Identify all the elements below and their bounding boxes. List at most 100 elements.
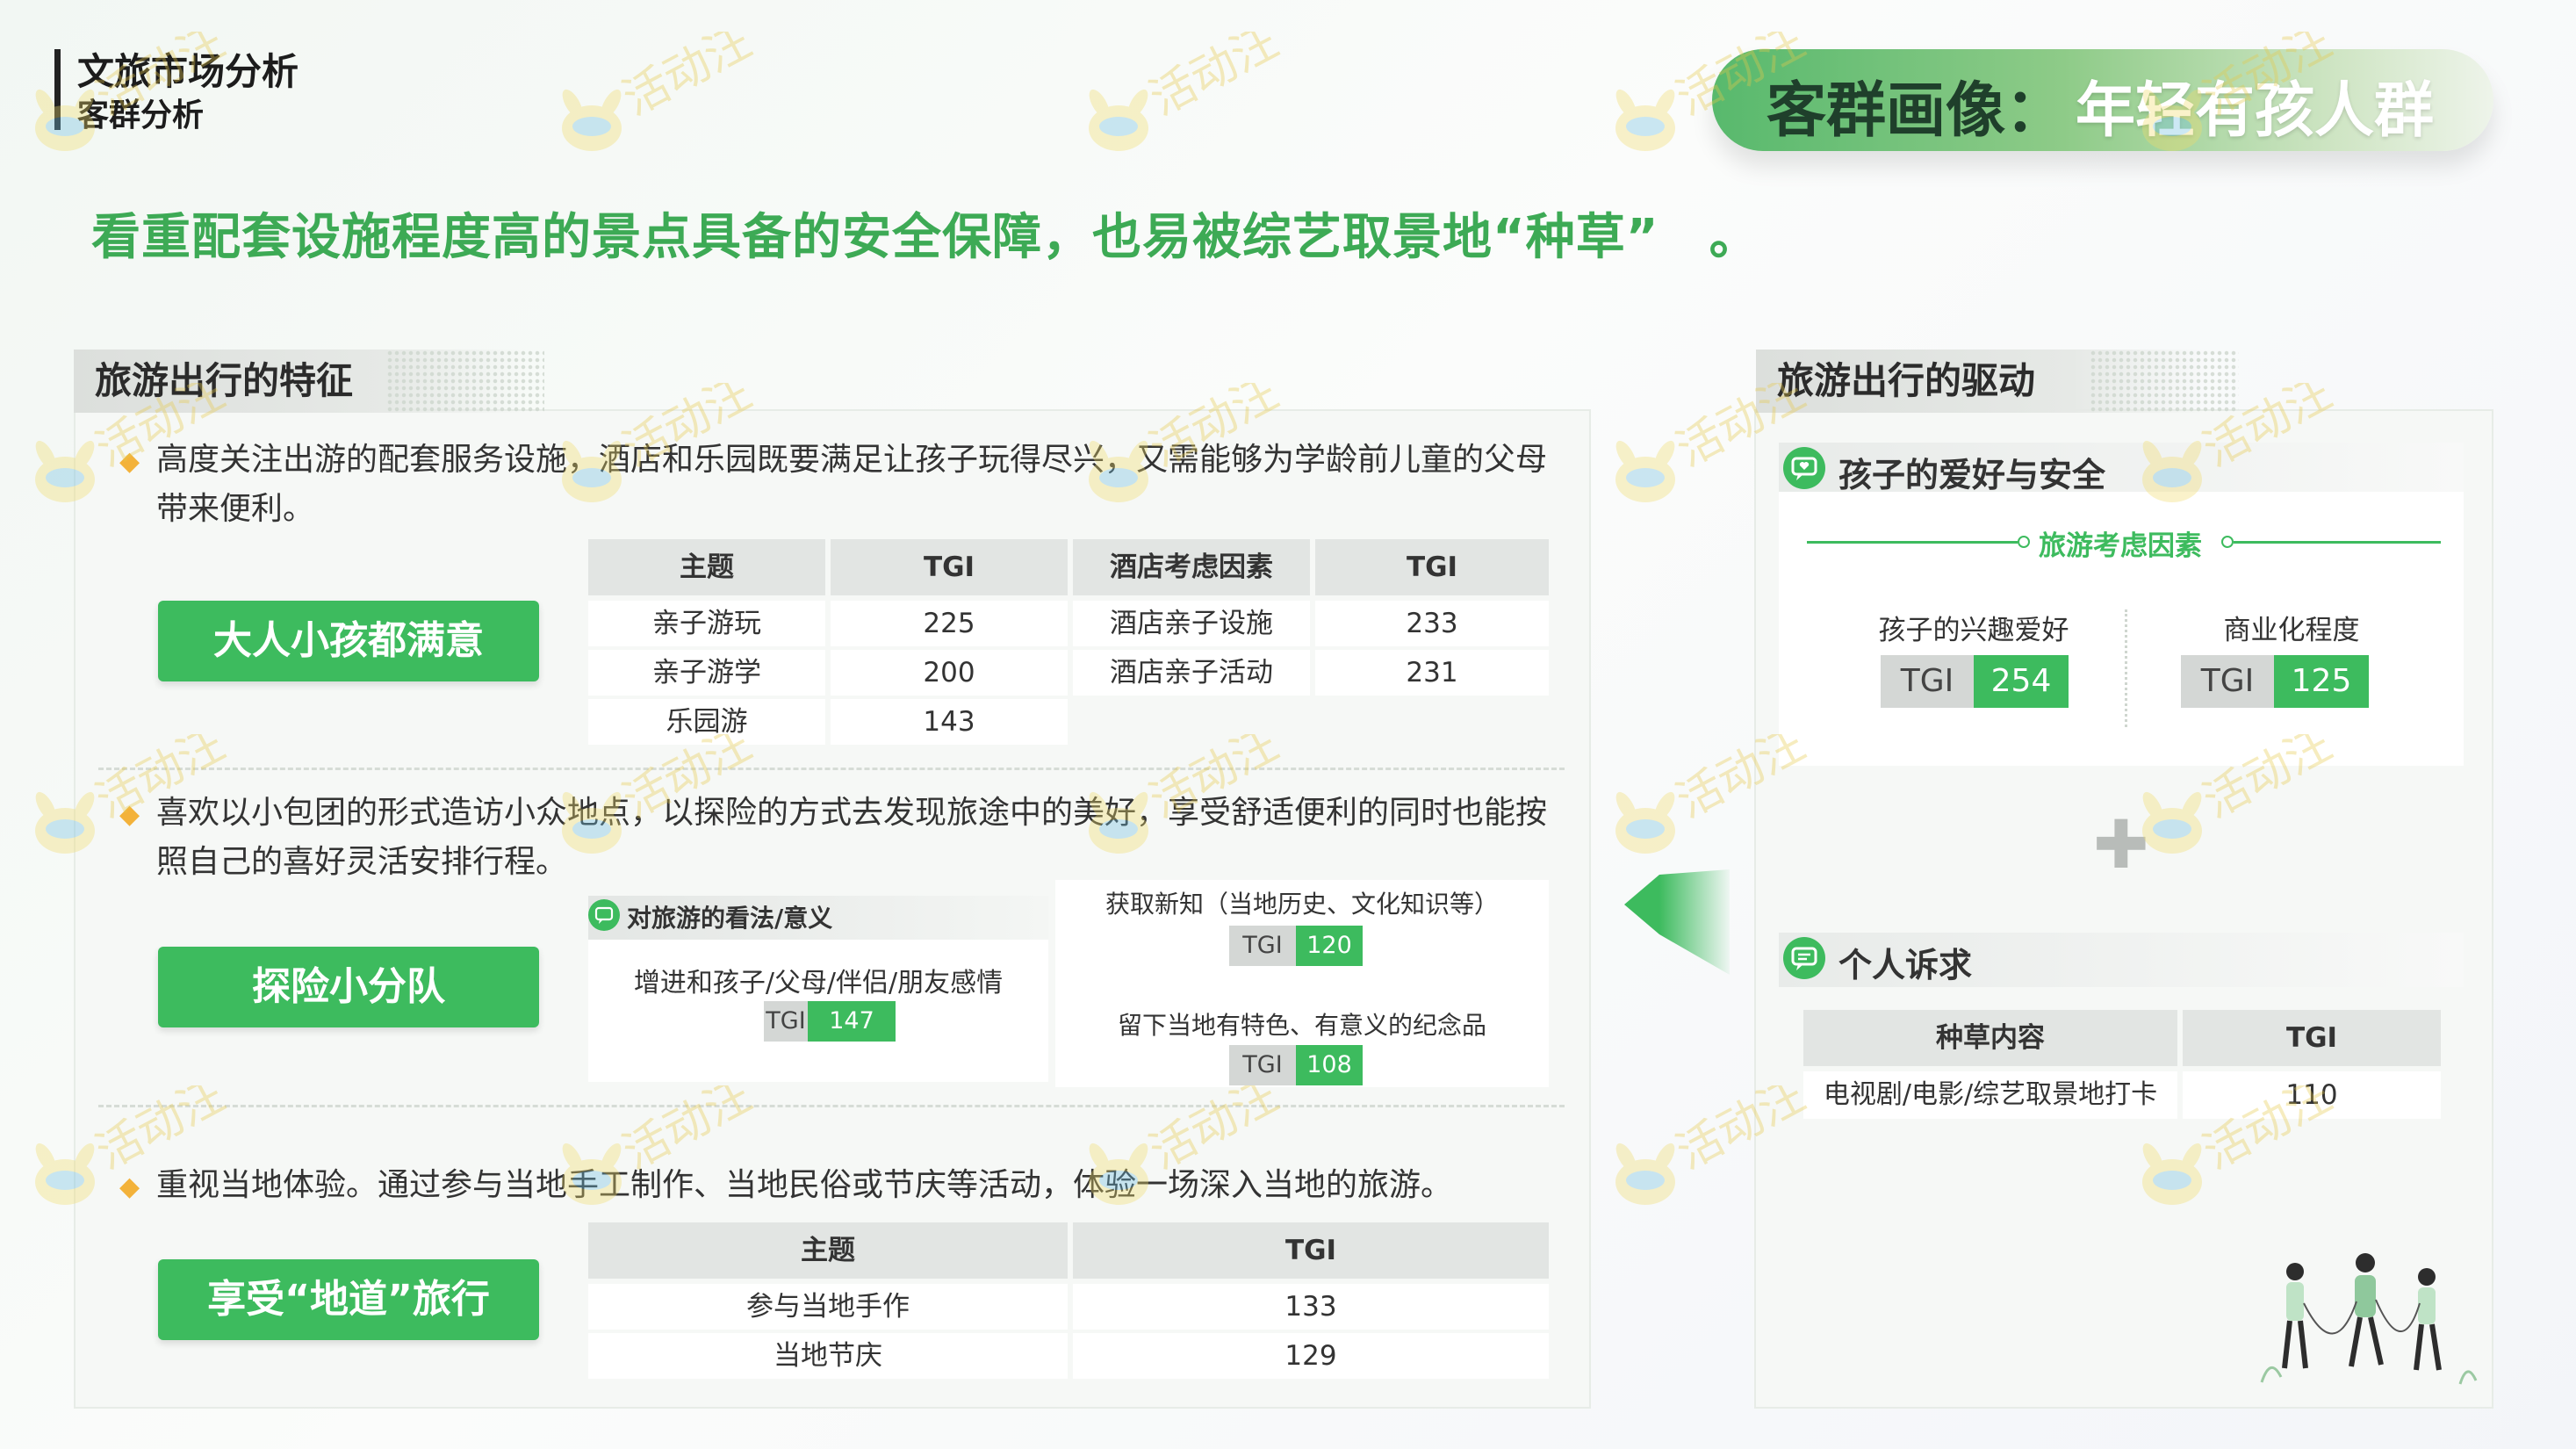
watermark-logo: 活动汪: [21, 717, 234, 869]
personal-needs-title: 个人诉求: [1838, 946, 1973, 984]
tgi-label: TGI: [1229, 926, 1296, 966]
table2-header-hotel: 酒店考虑因素: [1073, 539, 1310, 595]
section1-text: 高度关注出游的配套服务设施，酒店和乐园既要满足让孩子玩得尽兴，又需能够为学龄前儿…: [156, 442, 1548, 527]
watermark-logo: 活动汪: [2128, 366, 2341, 518]
meaning-item-label: 留下当地有特色、有意义的纪念品: [1117, 1011, 1486, 1040]
svg-text:活动汪: 活动汪: [615, 1085, 759, 1179]
watermark-logo: 活动汪: [2128, 15, 2341, 167]
watermark-logo: 活动汪: [1601, 1069, 1814, 1221]
watermark-logo: 活动汪: [548, 366, 760, 518]
chat-bubble-icon: [1782, 936, 1826, 984]
tgi-label: TGI: [764, 1001, 808, 1042]
tab-dot-pattern: [386, 350, 544, 413]
table3-header-tgi: TGI: [1073, 1222, 1549, 1279]
meaning-item-label: 获取新知（当地历史、文化知识等）: [1105, 890, 1499, 919]
svg-text:活动汪: 活动汪: [615, 383, 759, 477]
section-divider: [98, 1105, 1565, 1107]
svg-text:活动汪: 活动汪: [88, 1085, 232, 1179]
svg-text:活动汪: 活动汪: [1668, 32, 1812, 126]
watermark-logo: 活动汪: [1075, 1069, 1287, 1221]
table2-header-tgi: TGI: [1315, 539, 1549, 595]
tgi-value: 147: [808, 1001, 896, 1042]
headline: 看重配套设施程度高的景点具备的安全保障，也易被综艺取景地“种草” 。: [91, 209, 1759, 266]
divider-line: [2234, 541, 2441, 544]
watermark-logo: 活动汪: [21, 366, 234, 518]
family-illustration-icon: [2253, 1251, 2481, 1395]
table-cell: 电视剧/电影/综艺取景地打卡: [1803, 1071, 2177, 1119]
table-cell: 亲子游学: [588, 650, 825, 696]
svg-text:活动汪: 活动汪: [615, 734, 759, 828]
travel-meaning-title: 对旅游的看法/意义: [627, 904, 833, 933]
section2-text: 喜欢以小包团的形式造访小众地点，以探险的方式去发现旅途中的美好，享受舒适便利的同…: [156, 795, 1548, 880]
svg-text:活动汪: 活动汪: [88, 32, 232, 126]
section3-tag-button: 享受“地道”旅行: [158, 1259, 539, 1340]
watermark-logo: 活动汪: [2128, 1069, 2341, 1221]
table-cell: 当地节庆: [588, 1333, 1068, 1379]
divider-dot: [2018, 536, 2030, 548]
table-cell: 133: [1073, 1284, 1549, 1330]
table-cell: 200: [831, 650, 1068, 696]
vertical-divider: [2125, 609, 2127, 727]
tgi-value: 120: [1296, 926, 1363, 966]
watermark-logo: 活动汪: [1075, 717, 1287, 869]
svg-text:活动汪: 活动汪: [1141, 734, 1285, 828]
watermark-logo: 活动汪: [548, 15, 760, 167]
svg-text:活动汪: 活动汪: [1668, 383, 1812, 477]
svg-text:活动汪: 活动汪: [2195, 383, 2339, 477]
svg-text:活动汪: 活动汪: [1668, 1085, 1812, 1179]
table1-header-theme: 主题: [588, 539, 825, 595]
watermark-logo: 活动汪: [1601, 717, 1814, 869]
table3-header-theme: 主题: [588, 1222, 1068, 1279]
divider-line: [1807, 541, 2018, 544]
svg-text:活动汪: 活动汪: [1668, 734, 1812, 828]
section-divider: [98, 768, 1565, 770]
section3-text: 重视当地体验。通过参与当地手工制作、当地民俗或节庆等活动，体验一场深入当地的旅游…: [156, 1167, 1453, 1203]
svg-text:活动汪: 活动汪: [615, 32, 759, 126]
child-safety-title: 孩子的爱好与安全: [1838, 456, 2106, 494]
table-cell: 231: [1315, 650, 1549, 696]
tgi-label: TGI: [1229, 1045, 1296, 1085]
table-cell: 143: [831, 699, 1068, 745]
watermark-logo: 活动汪: [1601, 366, 1814, 518]
tgi-value: 125: [2274, 655, 2369, 708]
section2-tag-button: 探险小分队: [158, 947, 539, 1027]
tgi-value: 108: [1296, 1045, 1363, 1085]
watermark-logo: 活动汪: [548, 1069, 760, 1221]
table-cell: 酒店亲子设施: [1073, 601, 1310, 646]
table-cell: 233: [1315, 601, 1549, 646]
meaning-item-label: 增进和孩子/父母/伴侣/朋友感情: [633, 968, 1004, 998]
svg-text:活动汪: 活动汪: [2195, 1085, 2339, 1179]
driver-item-label: 孩子的兴趣爱好: [1878, 615, 2069, 646]
svg-text:活动汪: 活动汪: [1141, 32, 1285, 126]
watermark-logo: 活动汪: [21, 1069, 234, 1221]
svg-text:活动汪: 活动汪: [88, 383, 232, 477]
table-cell: 酒店亲子活动: [1073, 650, 1310, 696]
svg-text:活动汪: 活动汪: [2195, 734, 2339, 828]
section1-tag-button: 大人小孩都满意: [158, 601, 539, 681]
consideration-subtitle: 旅游考虑因素: [2039, 530, 2202, 562]
watermark-logo: 活动汪: [1601, 15, 1814, 167]
watermark-logo: 活动汪: [21, 15, 234, 167]
table-cell: 129: [1073, 1333, 1549, 1379]
watermark-logo: 活动汪: [548, 717, 760, 869]
divider-dot: [2221, 536, 2234, 548]
table4-header-tgi: TGI: [2183, 1010, 2441, 1066]
table-cell: 亲子游玩: [588, 601, 825, 646]
watermark-logo: 活动汪: [1075, 15, 1287, 167]
svg-text:活动汪: 活动汪: [88, 734, 232, 828]
tgi-label: TGI: [2181, 655, 2274, 708]
driver-item-label: 商业化程度: [2223, 615, 2360, 646]
svg-text:活动汪: 活动汪: [1141, 383, 1285, 477]
svg-text:活动汪: 活动汪: [2195, 32, 2339, 126]
watermark-logo: 活动汪: [2128, 717, 2341, 869]
arrow-left-icon: [1621, 869, 1735, 987]
table-cell: 参与当地手作: [588, 1284, 1068, 1330]
table4-header-content: 种草内容: [1803, 1010, 2177, 1066]
watermark-logo: 活动汪: [1075, 366, 1287, 518]
table-cell: 225: [831, 601, 1068, 646]
svg-text:活动汪: 活动汪: [1141, 1085, 1285, 1179]
table1-header-tgi: TGI: [831, 539, 1068, 595]
tgi-label: TGI: [1881, 655, 1974, 708]
tgi-value: 254: [1974, 655, 2069, 708]
chat-heart-icon: [588, 899, 620, 931]
